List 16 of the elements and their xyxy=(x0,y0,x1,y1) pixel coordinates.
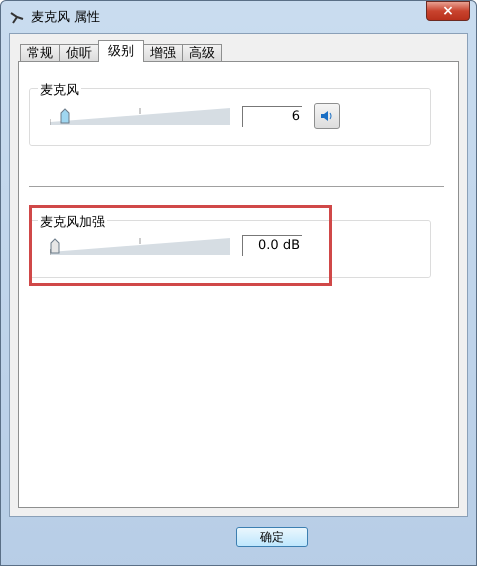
group-label: 麦克风 xyxy=(38,81,81,99)
value-field[interactable]: 0.0 dB xyxy=(242,235,302,256)
group-label: 麦克风加强 xyxy=(38,213,107,231)
tab[interactable]: 增强 xyxy=(143,44,183,62)
ok-button[interactable]: 确定 xyxy=(236,527,308,547)
tab[interactable]: 侦听 xyxy=(59,44,99,62)
window-title: 麦克风 属性 xyxy=(31,9,100,26)
slider-thumb[interactable] xyxy=(50,238,60,254)
close-button[interactable]: × xyxy=(426,1,470,21)
speaker-icon xyxy=(320,110,334,122)
tab[interactable]: 常规 xyxy=(20,44,60,62)
value-field[interactable]: 6 xyxy=(242,106,302,126)
speaker-button[interactable] xyxy=(314,103,340,129)
slider-thumb[interactable] xyxy=(60,108,70,124)
tab[interactable]: 高级 xyxy=(182,44,222,62)
tab[interactable]: 级别 xyxy=(98,40,144,62)
